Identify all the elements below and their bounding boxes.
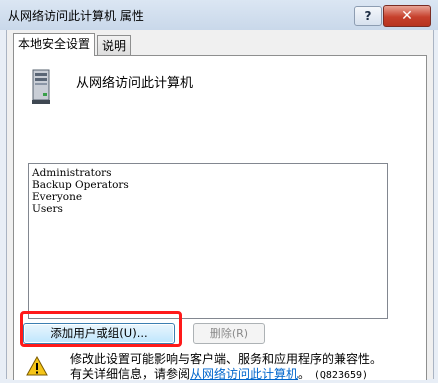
title-bar: 从网络访问此计算机 属性 ? ✕	[0, 0, 438, 30]
warning-line-1: 修改此设置可能影响与客户端、服务和应用程序的兼容性。	[70, 352, 383, 366]
tab-explain[interactable]: 说明	[97, 35, 132, 56]
window-title: 从网络访问此计算机 属性	[8, 9, 144, 23]
list-item[interactable]: Users	[29, 203, 387, 215]
highlight-box	[20, 311, 182, 347]
accounts-listbox[interactable]: Administrators Backup Operators Everyone…	[28, 163, 388, 319]
warning-icon	[26, 356, 48, 376]
computer-tower-icon	[32, 69, 50, 104]
remove-button[interactable]: 删除(R)	[193, 323, 265, 344]
close-button[interactable]: ✕	[383, 5, 431, 27]
policy-title: 从网络访问此计算机	[76, 76, 194, 91]
tab-panel: 从网络访问此计算机 Administrators Backup Operator…	[13, 55, 427, 383]
tab-local-security-setting[interactable]: 本地安全设置	[13, 33, 96, 56]
list-item[interactable]: Backup Operators	[29, 179, 387, 191]
kb-reference: (Q823659)	[313, 370, 369, 381]
warning-text: 修改此设置可能影响与客户端、服务和应用程序的兼容性。 有关详细信息，请参阅从网络…	[70, 352, 420, 383]
help-button[interactable]: ?	[354, 6, 382, 26]
list-item[interactable]: Everyone	[29, 191, 387, 203]
warning-line-2: 有关详细信息，请参阅从网络访问此计算机。 (Q823659)	[70, 367, 420, 383]
dialog-body: 本地安全设置 说明 从网络访问此计算机 Administrators Backu…	[6, 30, 434, 383]
list-item[interactable]: Administrators	[29, 167, 387, 179]
